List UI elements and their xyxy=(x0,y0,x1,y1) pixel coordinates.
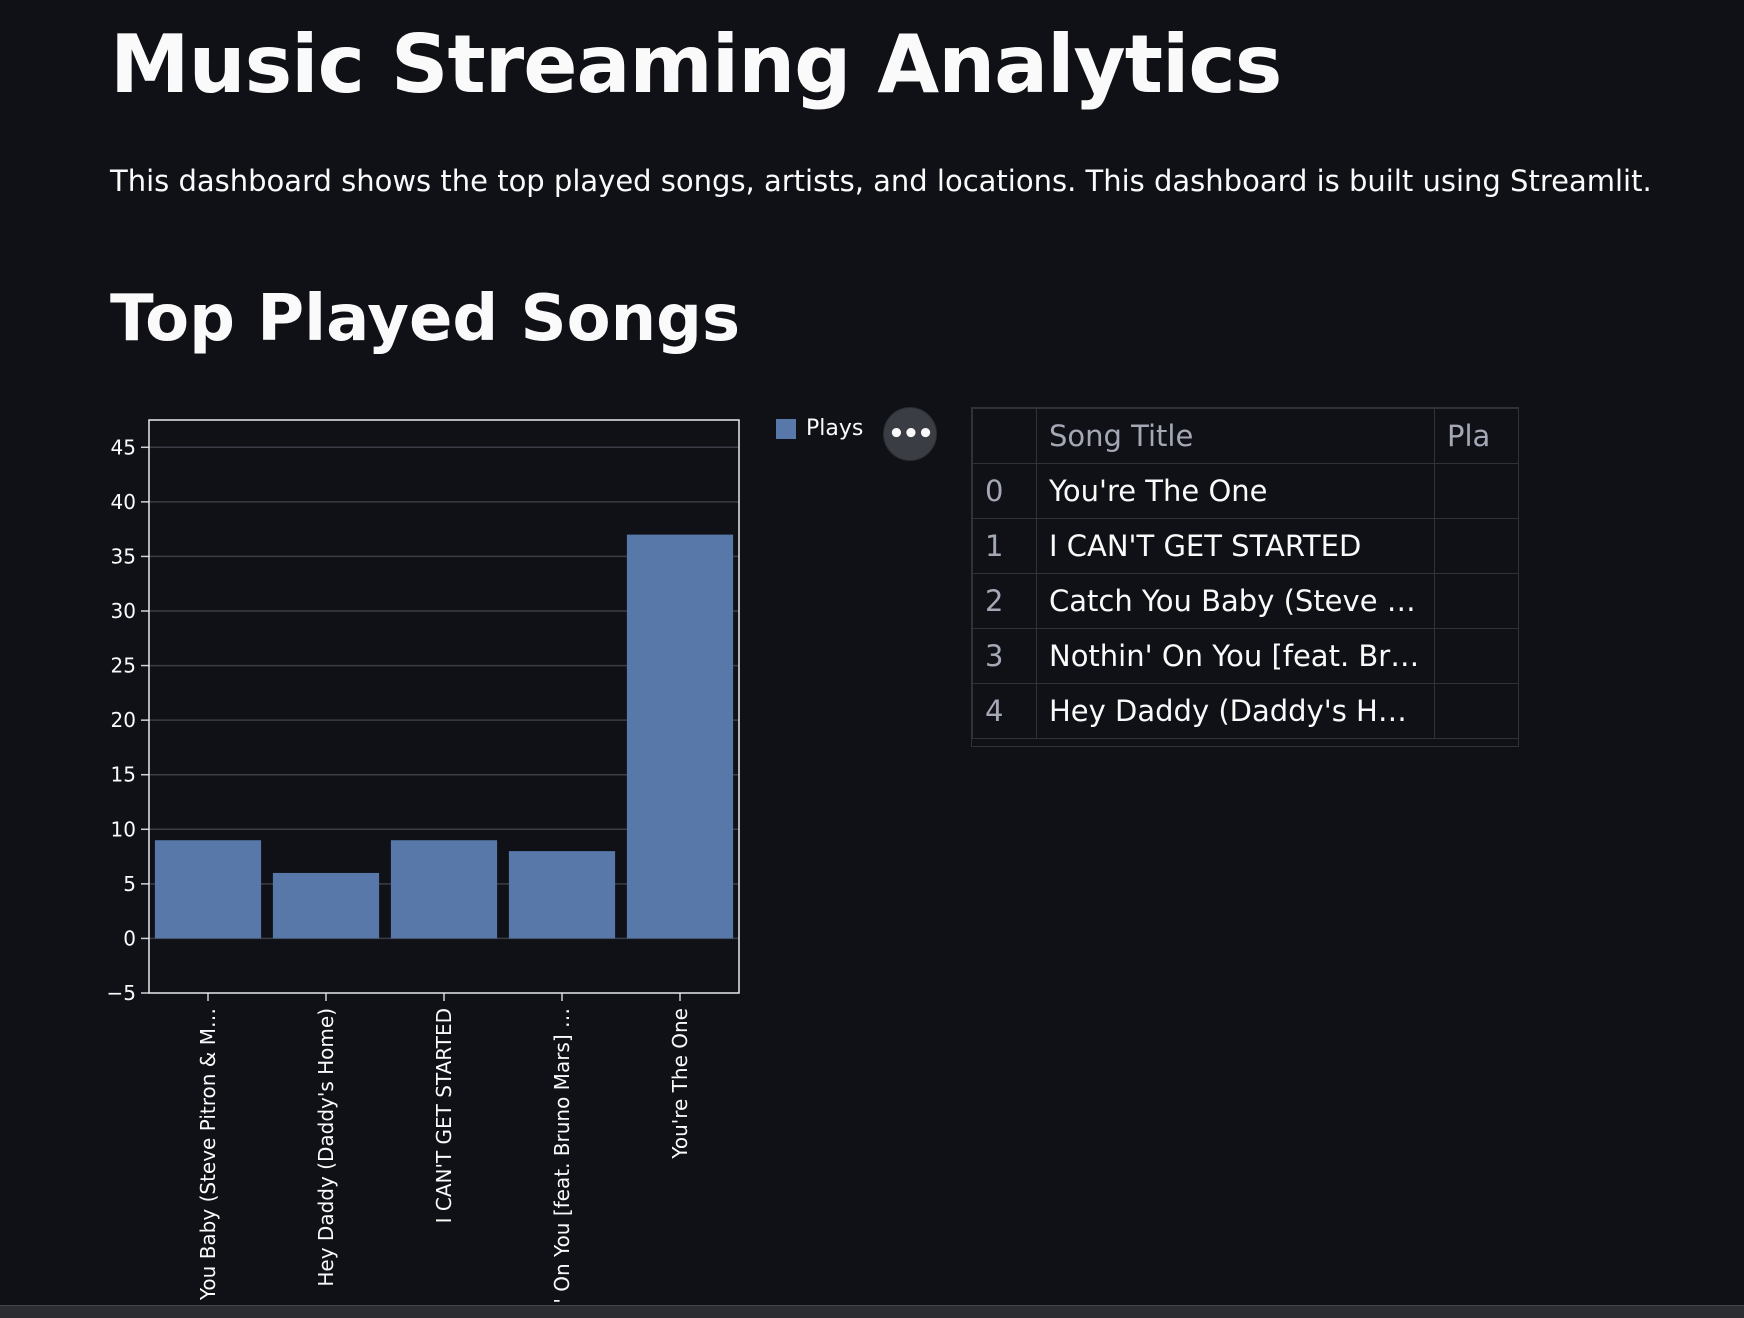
x-tick-label: ' On You [feat. Bruno Mars] … xyxy=(550,1008,574,1304)
table-row[interactable]: 3 Nothin' On You [feat. Bru… xyxy=(972,628,1518,684)
legend-swatch xyxy=(776,418,796,439)
songs-table[interactable]: Song Title Pla 0 You're The One 1 I CAN'… xyxy=(971,407,1519,747)
table-row[interactable]: 4 Hey Daddy (Daddy's Home) xyxy=(972,683,1518,739)
row-index: 2 xyxy=(972,573,1037,629)
table-row[interactable]: 0 You're The One xyxy=(972,463,1518,519)
column-header-plays[interactable]: Pla xyxy=(1434,408,1518,464)
page-title: Music Streaming Analytics xyxy=(110,18,1282,111)
y-tick-label: 40 xyxy=(111,490,136,514)
more-horizontal-icon: ••• xyxy=(888,419,934,449)
column-header-index[interactable] xyxy=(972,408,1037,464)
x-tick-label: You're The One xyxy=(668,1008,692,1160)
bottom-scrollbar[interactable] xyxy=(0,1305,1744,1318)
y-tick-label: 0 xyxy=(123,926,136,950)
row-index: 1 xyxy=(972,518,1037,574)
streamlit-page: Music Streaming Analytics This dashboard… xyxy=(0,0,1744,1318)
legend-label: Plays xyxy=(806,416,864,441)
x-tick-label: You Baby (Steve Pitron & M… xyxy=(196,1008,220,1301)
x-tick-label: Hey Daddy (Daddy's Home) xyxy=(314,1008,338,1287)
more-options-button[interactable]: ••• xyxy=(883,407,937,461)
y-tick-label: 25 xyxy=(111,654,136,678)
song-title-cell[interactable]: Catch You Baby (Steve Pit… xyxy=(1036,573,1435,629)
song-title-cell[interactable]: Nothin' On You [feat. Bru… xyxy=(1036,628,1435,684)
chart-legend: Plays xyxy=(776,416,863,441)
y-tick-label: 15 xyxy=(111,763,136,787)
song-title-cell[interactable]: Hey Daddy (Daddy's Home) xyxy=(1036,683,1435,739)
bar xyxy=(626,534,734,939)
bar-chart: −5 0 5 10 15 20 25 30 35 40 45 You Baby (Steve Pitr… xyxy=(100,400,880,1318)
bar xyxy=(390,840,498,939)
table-row[interactable]: 1 I CAN'T GET STARTED xyxy=(972,518,1518,574)
row-index: 4 xyxy=(972,683,1037,739)
plays-cell[interactable] xyxy=(1434,628,1518,684)
plays-cell[interactable] xyxy=(1434,573,1518,629)
section-title: Top Played Songs xyxy=(110,282,741,356)
y-tick-label: 35 xyxy=(111,544,136,568)
bar xyxy=(272,872,380,939)
y-tick-label: 45 xyxy=(111,435,136,459)
page-description: This dashboard shows the top played song… xyxy=(110,164,1652,198)
column-header-song-title[interactable]: Song Title xyxy=(1036,408,1435,464)
table-row[interactable]: 2 Catch You Baby (Steve Pit… xyxy=(972,573,1518,629)
song-title-cell[interactable]: I CAN'T GET STARTED xyxy=(1036,518,1435,574)
y-tick-label: 5 xyxy=(123,872,136,896)
x-tick-label: I CAN'T GET STARTED xyxy=(432,1008,456,1223)
table-header-row: Song Title Pla xyxy=(972,408,1518,464)
bar xyxy=(154,840,262,939)
bar-chart-svg: −5 0 5 10 15 20 25 30 35 40 45 You Baby (Steve Pitr… xyxy=(107,419,740,1304)
plays-cell[interactable] xyxy=(1434,463,1518,519)
row-index: 0 xyxy=(972,463,1037,519)
plays-cell[interactable] xyxy=(1434,518,1518,574)
y-tick-label: 10 xyxy=(111,817,136,841)
plays-cell[interactable] xyxy=(1434,683,1518,739)
row-index: 3 xyxy=(972,628,1037,684)
y-tick-label: −5 xyxy=(107,981,136,1005)
bar xyxy=(508,851,616,939)
y-tick-label: 30 xyxy=(111,599,136,623)
song-title-cell[interactable]: You're The One xyxy=(1036,463,1435,519)
y-tick-label: 20 xyxy=(111,708,136,732)
